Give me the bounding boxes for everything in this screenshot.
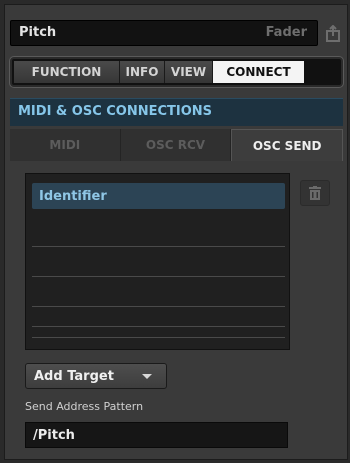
share-button[interactable] — [323, 20, 343, 46]
connection-tabs: MIDI OSC RCV OSC SEND — [10, 129, 344, 161]
tab-connect[interactable]: CONNECT — [213, 61, 304, 83]
list-divider — [32, 276, 285, 277]
list-divider — [32, 306, 285, 307]
control-type: Fader — [265, 25, 307, 40]
control-name: Pitch — [19, 25, 57, 40]
control-header: Pitch Fader — [10, 20, 318, 46]
chevron-down-icon — [142, 374, 152, 379]
tab-osc-rcv[interactable]: OSC RCV — [120, 129, 232, 161]
trash-icon — [309, 186, 321, 200]
target-list[interactable]: Identifier — [25, 173, 290, 350]
tab-function[interactable]: FUNCTION — [14, 61, 120, 83]
tab-osc-send[interactable]: OSC SEND — [231, 129, 344, 161]
address-pattern-input[interactable] — [25, 422, 288, 448]
address-pattern-label: Send Address Pattern — [25, 400, 144, 413]
list-divider — [32, 337, 285, 338]
tab-view[interactable]: VIEW — [165, 61, 213, 83]
share-icon — [326, 24, 340, 42]
section-title: MIDI & OSC CONNECTIONS — [18, 104, 213, 119]
list-item[interactable]: Identifier — [32, 183, 285, 209]
list-item-label: Identifier — [39, 188, 107, 204]
tab-info[interactable]: INFO — [120, 61, 165, 83]
add-target-label: Add Target — [34, 368, 114, 384]
top-tabs: FUNCTION INFO VIEW CONNECT — [10, 57, 343, 87]
list-divider — [32, 326, 285, 327]
section-header: MIDI & OSC CONNECTIONS — [10, 98, 343, 126]
delete-target-button[interactable] — [300, 180, 330, 206]
add-target-dropdown[interactable]: Add Target — [25, 363, 167, 389]
tab-midi[interactable]: MIDI — [10, 129, 121, 161]
list-divider — [32, 246, 285, 247]
